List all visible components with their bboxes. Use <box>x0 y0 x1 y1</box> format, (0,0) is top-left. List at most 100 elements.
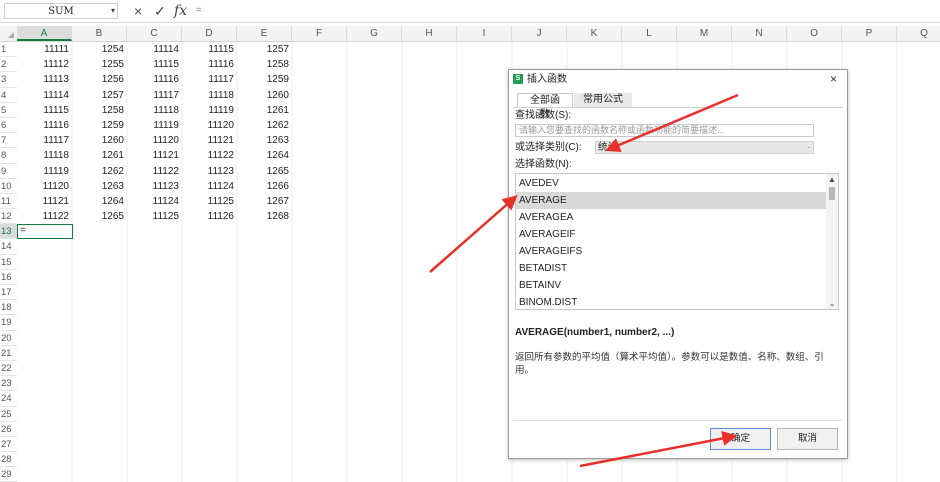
cell-c3[interactable]: 11116 <box>127 72 182 87</box>
cell-a4[interactable]: 11114 <box>17 88 72 103</box>
list-item[interactable]: BETADIST <box>516 260 826 277</box>
cell-d8[interactable]: 11122 <box>182 148 237 163</box>
cell-b9[interactable]: 1262 <box>72 164 127 179</box>
row-header-17[interactable]: 17 <box>0 285 17 301</box>
row-header-28[interactable]: 28 <box>0 452 17 468</box>
column-header-d[interactable]: D <box>182 26 237 41</box>
cell-e11[interactable]: 1267 <box>237 194 292 209</box>
cell-c5[interactable]: 11118 <box>127 103 182 118</box>
list-item[interactable]: AVERAGEIFS <box>516 243 826 260</box>
cell-a3[interactable]: 11113 <box>17 72 72 87</box>
column-header-i[interactable]: I <box>457 26 512 41</box>
row-header-19[interactable]: 19 <box>0 315 17 331</box>
cell-b1[interactable]: 1254 <box>72 42 127 57</box>
row-header-2[interactable]: 2 <box>0 57 17 73</box>
cell-b5[interactable]: 1258 <box>72 103 127 118</box>
row-header-1[interactable]: 1 <box>0 42 17 58</box>
category-select[interactable]: 统计 · <box>595 141 814 154</box>
row-header-18[interactable]: 18 <box>0 300 17 316</box>
cell-c4[interactable]: 11117 <box>127 88 182 103</box>
cell-d6[interactable]: 11120 <box>182 118 237 133</box>
cell-c1[interactable]: 11114 <box>127 42 182 57</box>
cell-b12[interactable]: 1265 <box>72 209 127 224</box>
cell-e5[interactable]: 1261 <box>237 103 292 118</box>
list-item[interactable]: AVEDEV <box>516 175 826 192</box>
cell-b11[interactable]: 1264 <box>72 194 127 209</box>
cell-e6[interactable]: 1262 <box>237 118 292 133</box>
cell-a7[interactable]: 11117 <box>17 133 72 148</box>
row-header-29[interactable]: 29 <box>0 467 17 482</box>
cell-a12[interactable]: 11122 <box>17 209 72 224</box>
scroll-thumb[interactable] <box>829 187 835 200</box>
list-item[interactable]: AVERAGE <box>516 192 826 209</box>
cell-c6[interactable]: 11119 <box>127 118 182 133</box>
row-header-24[interactable]: 24 <box>0 391 17 407</box>
row-header-27[interactable]: 27 <box>0 437 17 453</box>
cell-d5[interactable]: 11119 <box>182 103 237 118</box>
row-header-21[interactable]: 21 <box>0 346 17 361</box>
function-list[interactable]: AVEDEV AVERAGE AVERAGEA AVERAGEIF AVERAGEIFS… <box>515 173 839 310</box>
cell-d7[interactable]: 11121 <box>182 133 237 148</box>
cell-b2[interactable]: 1255 <box>72 57 127 72</box>
cell-d4[interactable]: 11118 <box>182 88 237 103</box>
column-header-l[interactable]: L <box>622 26 677 41</box>
column-header-h[interactable]: H <box>402 26 457 41</box>
row-header-26[interactable]: 26 <box>0 422 17 437</box>
row-header-22[interactable]: 22 <box>0 361 17 377</box>
scroll-down-icon[interactable]: ⌄ <box>826 299 838 308</box>
cell-c10[interactable]: 11123 <box>127 179 182 194</box>
list-item[interactable]: BINOM.DIST <box>516 294 826 309</box>
column-header-f[interactable]: F <box>292 26 347 41</box>
row-header-14[interactable]: 14 <box>0 239 17 255</box>
cell-b3[interactable]: 1256 <box>72 72 127 87</box>
cell-a5[interactable]: 11115 <box>17 103 72 118</box>
column-header-e[interactable]: E <box>237 26 292 41</box>
row-header-25[interactable]: 25 <box>0 407 17 422</box>
row-header-4[interactable]: 4 <box>0 88 17 103</box>
column-header-n[interactable]: N <box>732 26 787 41</box>
cell-c7[interactable]: 11120 <box>127 133 182 148</box>
cell-d1[interactable]: 11115 <box>182 42 237 57</box>
list-item[interactable]: BETAINV <box>516 277 826 294</box>
cell-d10[interactable]: 11124 <box>182 179 237 194</box>
cell-e10[interactable]: 1266 <box>237 179 292 194</box>
row-header-20[interactable]: 20 <box>0 331 17 346</box>
row-header-9[interactable]: 9 <box>0 164 17 179</box>
cell-d11[interactable]: 11125 <box>182 194 237 209</box>
cell-c8[interactable]: 11121 <box>127 148 182 163</box>
cell-a2[interactable]: 11112 <box>17 57 72 72</box>
dialog-title-bar[interactable]: S 插入函数 × <box>509 70 845 89</box>
cell-d3[interactable]: 11117 <box>182 72 237 87</box>
insert-function-button[interactable]: fx <box>174 2 187 20</box>
select-all-corner[interactable] <box>0 26 17 41</box>
list-item[interactable]: AVERAGEA <box>516 209 826 226</box>
cell-c2[interactable]: 11115 <box>127 57 182 72</box>
cell-a10[interactable]: 11120 <box>17 179 72 194</box>
column-header-k[interactable]: K <box>567 26 622 41</box>
cell-a1[interactable]: 11111 <box>17 42 72 57</box>
cell-e12[interactable]: 1268 <box>237 209 292 224</box>
close-icon[interactable]: × <box>830 71 837 87</box>
cell-c12[interactable]: 11125 <box>127 209 182 224</box>
scroll-up-icon[interactable]: ▲ <box>826 175 838 184</box>
cell-b10[interactable]: 1263 <box>72 179 127 194</box>
search-input[interactable]: 请输入您要查找的函数名称或函数功能的简要描述... <box>515 124 814 137</box>
column-header-m[interactable]: M <box>677 26 732 41</box>
row-header-11[interactable]: 11 <box>0 194 17 210</box>
cell-e2[interactable]: 1258 <box>237 57 292 72</box>
cell-c9[interactable]: 11122 <box>127 164 182 179</box>
cell-a8[interactable]: 11118 <box>17 148 72 163</box>
cell-e1[interactable]: 1257 <box>237 42 292 57</box>
cell-e4[interactable]: 1260 <box>237 88 292 103</box>
cell-e9[interactable]: 1265 <box>237 164 292 179</box>
row-header-12[interactable]: 12 <box>0 209 17 225</box>
cell-e8[interactable]: 1264 <box>237 148 292 163</box>
tab-common-formulas[interactable]: 常用公式 <box>574 93 632 107</box>
cell-b4[interactable]: 1257 <box>72 88 127 103</box>
cell-a11[interactable]: 11121 <box>17 194 72 209</box>
cell-c11[interactable]: 11124 <box>127 194 182 209</box>
name-box[interactable]: SUM <box>4 3 118 19</box>
row-header-7[interactable]: 7 <box>0 133 17 149</box>
ok-button[interactable]: 确定 <box>710 428 771 450</box>
column-header-j[interactable]: J <box>512 26 567 41</box>
